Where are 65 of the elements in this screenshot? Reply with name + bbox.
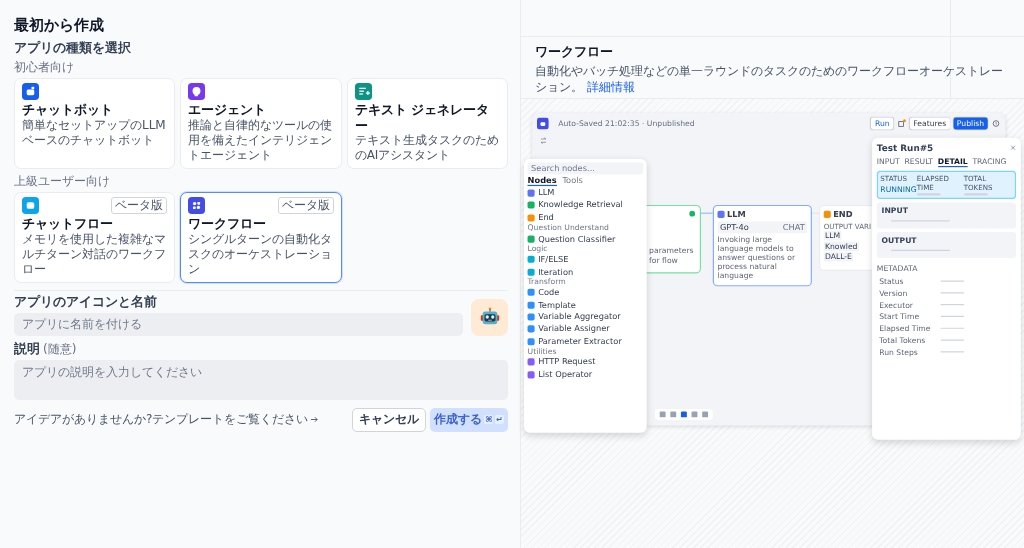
optional-label: (随意) bbox=[43, 340, 77, 358]
node-icon bbox=[717, 210, 725, 218]
app-type-card[interactable]: テキスト ジェネレーター テキスト生成タスクのためのAIアシスタント bbox=[346, 78, 508, 170]
preview-description: 自動化やバッチ処理などの単一ラウンドのタスクのためのワークフローオーケストレーション。 詳細情報 bbox=[535, 63, 1004, 96]
app-type-name: チャットフロー bbox=[22, 216, 114, 232]
node-type-item[interactable]: Parameter Extractor bbox=[538, 336, 622, 346]
node-type-item[interactable]: LLM bbox=[538, 188, 555, 199]
node-type-item[interactable]: Knowledge Retrieval bbox=[538, 200, 623, 211]
node-type-item[interactable]: HTTP Request bbox=[538, 357, 596, 367]
app-type-name: ワークフロー bbox=[188, 216, 268, 232]
node-type-item[interactable]: Variable Aggregator bbox=[538, 312, 621, 322]
group-label: 初心者向け bbox=[14, 59, 75, 76]
description-field[interactable]: アプリの説明を入力してください bbox=[14, 359, 508, 400]
panel-tab[interactable]: Nodes bbox=[527, 175, 557, 187]
cancel-button[interactable]: キャンセル bbox=[351, 407, 426, 432]
app-type-description: 簡単なセットアップのLLMベースのチャットボット bbox=[22, 117, 167, 148]
mode-tag: CHAT bbox=[782, 222, 805, 233]
history-icon[interactable] bbox=[991, 118, 1001, 129]
node-title: END bbox=[833, 209, 853, 220]
node-icon bbox=[823, 210, 831, 218]
field-label: アプリのアイコンと名前 bbox=[14, 293, 158, 311]
node-title: LLM bbox=[726, 209, 746, 220]
app-type-card[interactable]: ベータ版 チャットフロー メモリを使用した複雑なマルチターン対話のワークフロー bbox=[14, 192, 176, 283]
app-type-card[interactable]: エージェント 推論と自律的なツールの使用を備えたインテリジェントエージェント bbox=[180, 78, 342, 170]
panel-title: Test Run#5 bbox=[876, 142, 934, 153]
beta-badge: ベータ版 bbox=[277, 197, 334, 214]
app-type-name: エージェント bbox=[188, 102, 268, 118]
node-type-item[interactable]: Variable Assigner bbox=[538, 324, 610, 334]
beta-badge: ベータ版 bbox=[111, 197, 168, 214]
group-label: 上級ユーザー向け bbox=[14, 173, 111, 191]
app-type-description: メモリを使用した複雑なマルチターン対話のワークフロー bbox=[22, 231, 167, 277]
node-type-item[interactable]: Code bbox=[538, 287, 560, 298]
node-type-item[interactable]: End bbox=[538, 212, 554, 223]
section-heading: アプリの種類を選択 bbox=[14, 40, 132, 57]
edge-line bbox=[701, 212, 713, 215]
search-field[interactable]: Search nodes... bbox=[527, 162, 644, 175]
app-name-field[interactable]: アプリに名前を付ける bbox=[14, 312, 463, 336]
node-type-item[interactable]: Iteration bbox=[538, 266, 574, 277]
model-name: GPT-4o bbox=[719, 222, 749, 233]
swap-icon bbox=[538, 136, 547, 145]
value-placeholder bbox=[940, 315, 965, 318]
page-title: 最初から作成 bbox=[14, 16, 105, 35]
learn-more-link[interactable]: 詳細情報 bbox=[587, 80, 635, 95]
check-icon bbox=[689, 210, 696, 217]
app-icon-picker[interactable] bbox=[471, 298, 508, 336]
node-type-item[interactable]: IF/ELSE bbox=[538, 254, 569, 265]
value-placeholder bbox=[940, 303, 965, 306]
checklist-icon[interactable] bbox=[896, 118, 907, 129]
node-type-item[interactable]: Question Classifier bbox=[538, 233, 616, 244]
bot-icon bbox=[537, 117, 549, 130]
arrow-icon[interactable] bbox=[310, 415, 320, 425]
preview-title: ワークフロー bbox=[535, 44, 614, 61]
app-type-card[interactable]: チャットボット 簡単なセットアップのLLMベースのチャットボット bbox=[14, 78, 176, 170]
app-type-description: シングルターンの自動化タスクのオーケストレーション bbox=[188, 231, 334, 277]
app-type-name: チャットボット bbox=[22, 102, 114, 118]
template-link[interactable]: アイデアがありませんか?テンプレートをご覧ください bbox=[14, 411, 309, 429]
panel-tab[interactable]: Tools bbox=[562, 175, 583, 187]
app-type-card[interactable]: ベータ版 ワークフロー シングルターンの自動化タスクのオーケストレーション bbox=[180, 192, 342, 283]
app-type-name: テキスト ジェネレーター bbox=[354, 102, 490, 134]
node-type-item[interactable]: Template bbox=[538, 300, 576, 310]
close-icon[interactable] bbox=[1010, 144, 1017, 151]
app-type-description: 推論と自律的なツールの使用を備えたインテリジェントエージェント bbox=[188, 117, 334, 163]
app-type-description: テキスト生成タスクのためのAIアシスタント bbox=[354, 133, 500, 164]
node-type-item[interactable]: List Operator bbox=[538, 369, 593, 380]
field-label: 説明 bbox=[14, 340, 40, 358]
